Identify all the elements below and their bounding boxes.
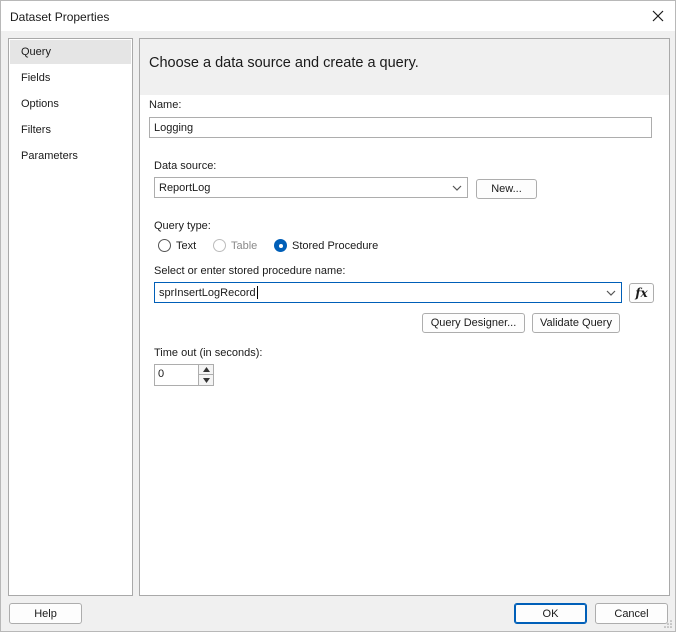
panel-header-text: Choose a data source and create a query.: [149, 55, 419, 71]
query-type-text-radio[interactable]: Text: [158, 239, 196, 252]
stepper-buttons: [198, 365, 213, 385]
dataset-properties-dialog: Dataset Properties Query Fields Options …: [0, 0, 676, 632]
cancel-button[interactable]: Cancel: [595, 603, 668, 624]
close-icon: [652, 10, 664, 22]
sidebar-item-filters[interactable]: Filters: [10, 118, 131, 142]
window-title: Dataset Properties: [10, 10, 110, 24]
name-field[interactable]: Logging: [149, 117, 652, 138]
expression-button[interactable]: fx: [629, 283, 654, 303]
validate-query-button[interactable]: Validate Query: [532, 313, 620, 333]
triangle-up-icon: [202, 367, 210, 372]
radio-circle: [158, 239, 171, 252]
sidebar-item-label: Query: [21, 46, 51, 58]
radio-label: Table: [231, 239, 258, 252]
query-panel: Choose a data source and create a query.…: [139, 38, 670, 596]
ok-button[interactable]: OK: [514, 603, 587, 624]
query-type-stored-procedure-radio[interactable]: Stored Procedure: [274, 239, 378, 252]
sidebar-item-label: Filters: [21, 124, 51, 136]
radio-label: Text: [176, 239, 197, 252]
chevron-down-icon: [452, 185, 462, 191]
radio-circle: [274, 239, 287, 252]
new-data-source-button[interactable]: New...: [476, 179, 537, 199]
radio-label: Stored Procedure: [292, 239, 379, 252]
sidebar-item-query[interactable]: Query: [10, 40, 131, 64]
sidebar-item-label: Options: [21, 98, 59, 110]
data-source-label: Data source:: [154, 160, 217, 172]
stored-procedure-value: sprInsertLogRecord: [159, 286, 256, 299]
sidebar-item-label: Parameters: [21, 150, 78, 162]
sidebar-item-fields[interactable]: Fields: [10, 66, 131, 90]
query-type-label: Query type:: [154, 220, 211, 232]
name-label: Name:: [149, 99, 182, 111]
sidebar-item-label: Fields: [21, 72, 51, 84]
sidebar-nav: Query Fields Options Filters Parameters: [8, 38, 133, 596]
name-value: Logging: [154, 121, 194, 134]
timeout-value: 0: [158, 368, 165, 380]
stored-procedure-combo[interactable]: sprInsertLogRecord: [154, 282, 622, 303]
query-type-table-radio[interactable]: Table: [213, 239, 257, 252]
stepper-up-button[interactable]: [199, 365, 213, 375]
data-source-value: ReportLog: [159, 181, 211, 194]
sidebar-item-options[interactable]: Options: [10, 92, 131, 116]
triangle-down-icon: [202, 377, 210, 383]
stepper-down-button[interactable]: [199, 375, 213, 385]
timeout-label: Time out (in seconds):: [154, 347, 263, 359]
stored-procedure-label: Select or enter stored procedure name:: [154, 265, 346, 277]
timeout-stepper[interactable]: 0: [154, 364, 214, 386]
help-button[interactable]: Help: [9, 603, 82, 624]
data-source-select[interactable]: ReportLog: [154, 177, 468, 198]
close-button[interactable]: [647, 5, 669, 27]
sidebar-item-parameters[interactable]: Parameters: [10, 144, 131, 168]
query-designer-button[interactable]: Query Designer...: [422, 313, 525, 333]
resize-grip-icon[interactable]: [663, 619, 673, 629]
radio-circle: [213, 239, 226, 252]
text-caret: [256, 286, 258, 299]
title-bar: Dataset Properties: [1, 1, 675, 31]
chevron-down-icon: [606, 290, 616, 296]
panel-header: Choose a data source and create a query.: [140, 39, 669, 95]
